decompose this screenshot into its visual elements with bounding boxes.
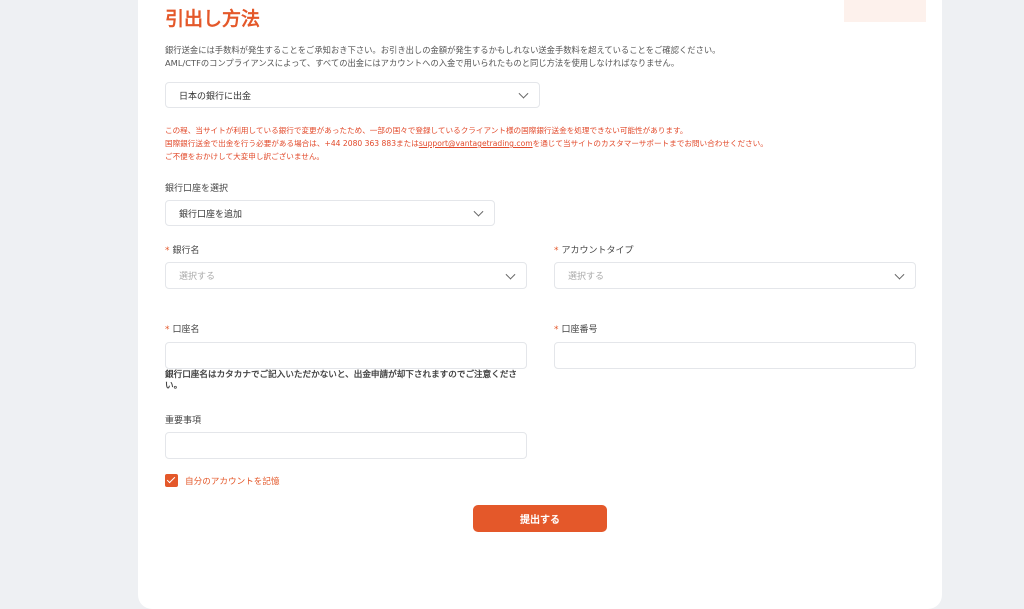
important-notes-input[interactable] [165, 432, 527, 459]
account-type-select[interactable]: 選択する [554, 262, 916, 289]
warning-line-2-after: を通じて当サイトのカスタマーサポートまでお問い合わせください。 [532, 139, 768, 148]
account-number-label-text: 口座番号 [561, 325, 598, 335]
support-email-link[interactable]: support@vantagetrading.com [419, 139, 533, 148]
remember-account-label[interactable]: 自分のアカウントを記憶 [185, 475, 280, 487]
account-number-input[interactable] [554, 342, 916, 369]
remember-account-checkbox[interactable] [165, 474, 178, 487]
warning-notice: この程、当サイトが利用している銀行で変更があったため、一部の国々で登録しているク… [165, 124, 768, 163]
required-mark: * [165, 246, 170, 256]
chevron-down-icon [894, 269, 905, 280]
withdraw-method-select[interactable]: 日本の銀行に出金 [165, 82, 540, 108]
bank-account-select[interactable]: 銀行口座を追加 [165, 200, 495, 226]
chevron-down-icon [505, 269, 516, 280]
required-mark: * [554, 325, 559, 335]
page-title: 引出し方法 [165, 8, 261, 30]
intro-line-2: AML/CTFのコンプライアンスによって、すべての出金にはアカウントへの入金で用… [165, 58, 680, 68]
bank-name-label: * 銀行名 [165, 243, 200, 256]
bank-name-placeholder: 選択する [179, 272, 216, 282]
chevron-down-icon [518, 88, 529, 99]
account-name-label: * 口座名 [165, 322, 200, 335]
bank-name-select[interactable]: 選択する [165, 262, 527, 289]
withdraw-method-value: 日本の銀行に出金 [179, 91, 252, 102]
bank-name-label-text: 銀行名 [172, 246, 200, 256]
warning-line-1: この程、当サイトが利用している銀行で変更があったため、一部の国々で登録しているク… [165, 126, 688, 135]
bank-account-value: 銀行口座を追加 [179, 209, 243, 220]
required-mark: * [165, 325, 170, 335]
account-number-label: * 口座番号 [554, 322, 598, 335]
account-name-label-text: 口座名 [172, 325, 200, 335]
account-name-note: 銀行口座名はカタカナでご記入いただかないと、出金申請が却下されますのでご注意くだ… [165, 370, 518, 391]
important-notes-label: 重要事項 [165, 416, 202, 426]
warning-line-2: 国際銀行送金で出金を行う必要がある場合は、+44 2080 363 883または… [165, 137, 768, 150]
chevron-down-icon [473, 206, 484, 217]
intro-text: 銀行送金には手数料が発生することをご承知おき下さい。お引き出しの金額が発生するか… [165, 44, 720, 70]
intro-line-1: 銀行送金には手数料が発生することをご承知おき下さい。お引き出しの金額が発生するか… [165, 45, 721, 55]
withdrawal-card: 引出し方法 銀行送金には手数料が発生することをご承知おき下さい。お引き出しの金額… [138, 0, 942, 609]
account-name-input[interactable] [165, 342, 527, 369]
account-type-placeholder: 選択する [568, 272, 605, 282]
top-right-decoration [844, 0, 926, 22]
account-type-label: * アカウントタイプ [554, 243, 634, 256]
submit-button[interactable]: 提出する [473, 505, 607, 532]
bank-account-label: 銀行口座を選択 [165, 184, 229, 194]
required-mark: * [554, 246, 559, 256]
account-type-label-text: アカウントタイプ [561, 246, 634, 256]
warning-line-3: ご不便をおかけして大変申し訳ございません。 [165, 152, 325, 161]
warning-line-2-before: 国際銀行送金で出金を行う必要がある場合は、+44 2080 363 883または [165, 139, 419, 148]
